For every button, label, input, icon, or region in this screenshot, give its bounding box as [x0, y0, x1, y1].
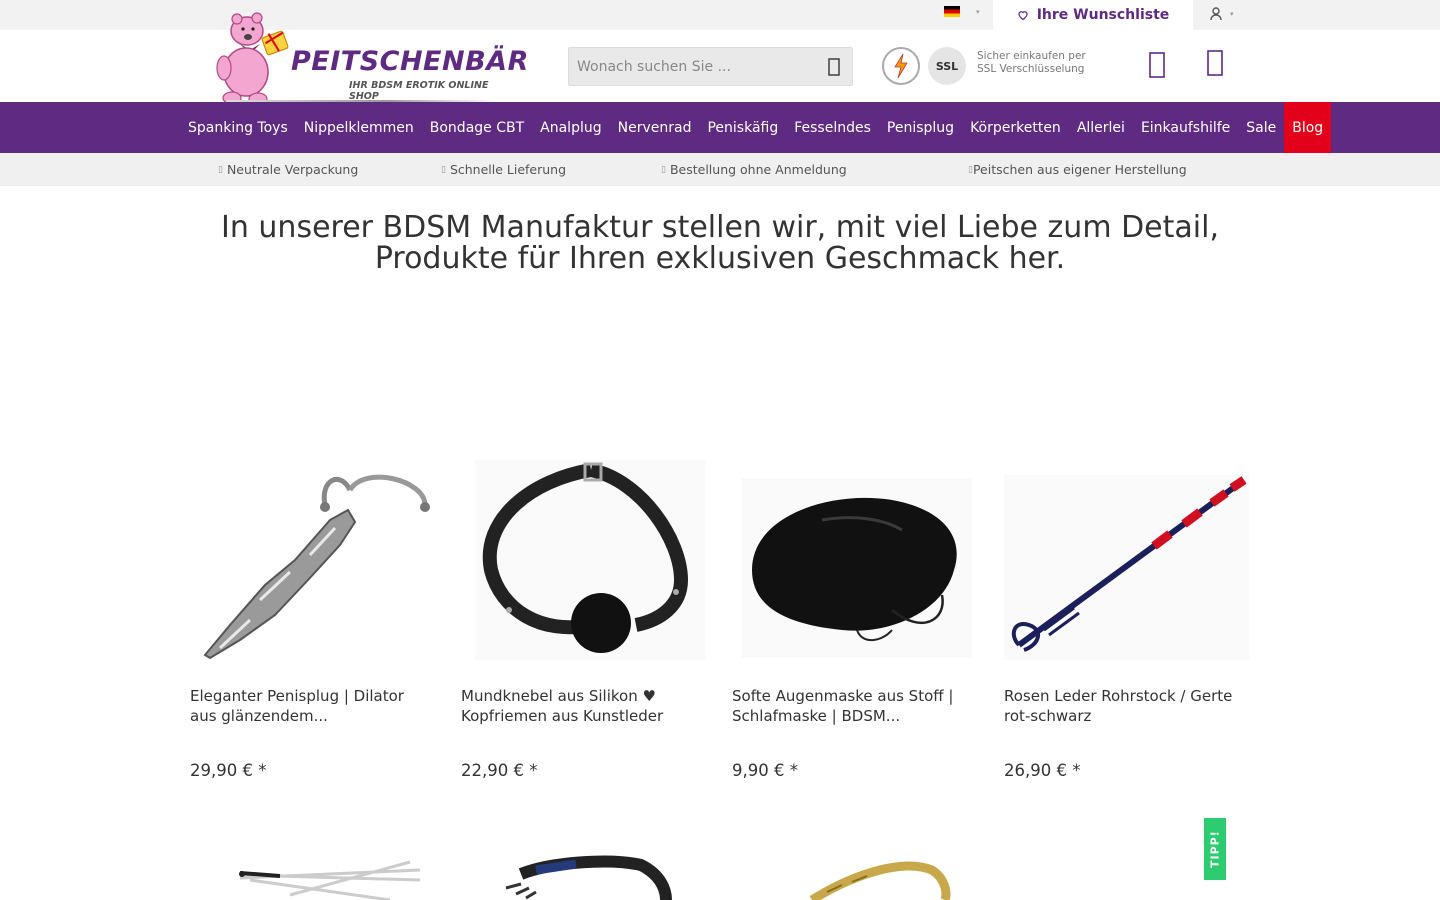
- check-icon: ▯: [661, 164, 666, 175]
- heart-icon: [1149, 52, 1165, 78]
- check-icon: ▯: [218, 164, 223, 175]
- wishlist-label: Ihre Wunschliste: [1036, 7, 1170, 23]
- user-icon: [1210, 7, 1222, 21]
- logo-title: PEITSCHENBÄR: [291, 46, 529, 77]
- nav-item-fesselndes[interactable]: Fesselndes: [786, 102, 879, 153]
- cart-button[interactable]: [1207, 50, 1223, 80]
- flag-de-icon: [944, 6, 960, 17]
- usp-label: Neutrale Verpackung: [226, 162, 359, 177]
- search-input[interactable]: [569, 48, 816, 85]
- usp-bar: ▯ Neutrale Verpackung ▯ Schnelle Lieferu…: [0, 153, 1440, 186]
- usp-item: ▯ Schnelle Lieferung: [441, 162, 566, 177]
- product-card[interactable]: Mundknebel aus Silikon ♥ Kopfriemen aus …: [461, 460, 706, 780]
- nav-item-nervenrad[interactable]: Nervenrad: [610, 102, 700, 153]
- nav-item-nippelklemmen[interactable]: Nippelklemmen: [296, 102, 422, 153]
- nav-item-einkaufshilfe[interactable]: Einkaufshilfe: [1133, 102, 1238, 153]
- product-price: 29,90 € *: [190, 761, 267, 780]
- nav-item-allerlei[interactable]: Allerlei: [1069, 102, 1133, 153]
- search-icon: [828, 57, 840, 76]
- product-image-augenmaske[interactable]: [732, 460, 977, 660]
- nav-item-bondage-cbt[interactable]: Bondage CBT: [422, 102, 532, 153]
- usp-label: Peitschen aus eigener Herstellung: [972, 162, 1187, 177]
- usp-label: Bestellung ohne Anmeldung: [669, 162, 847, 177]
- product-price: 22,90 € *: [461, 761, 538, 780]
- ssl-text-line1: Sicher einkaufen per: [977, 50, 1086, 62]
- nav-item-koerperketten[interactable]: Körperketten: [962, 102, 1069, 153]
- nav-item-analplug[interactable]: Analplug: [532, 102, 609, 153]
- fast-shipping-badge: [882, 47, 920, 85]
- bear-mascot-icon: [216, 12, 289, 106]
- product-image-rohrstock[interactable]: [1004, 460, 1249, 660]
- usp-item: ▯ Neutrale Verpackung: [218, 162, 358, 177]
- site-logo[interactable]: PEITSCHENBÄR IHR BDSM EROTIK ONLINE SHOP: [196, 6, 528, 106]
- cart-icon: [1207, 50, 1223, 76]
- usp-label: Schnelle Lieferung: [449, 162, 567, 177]
- ssl-info-text: Sicher einkaufen per SSL Verschlüsselung: [977, 50, 1086, 76]
- product-card[interactable]: Rosen Leder Rohrstock / Gerte rot-schwar…: [1004, 460, 1249, 780]
- product-card[interactable]: Eleganter Penisplug | Dilator aus glänze…: [190, 460, 435, 780]
- site-header: PEITSCHENBÄR IHR BDSM EROTIK ONLINE SHOP…: [0, 12, 1440, 106]
- product-title[interactable]: Rosen Leder Rohrstock / Gerte rot-schwar…: [1004, 686, 1249, 726]
- search-button[interactable]: [816, 48, 852, 85]
- usp-item: ▯ Peitschen aus eigener Herstellung: [968, 162, 1187, 177]
- product-title[interactable]: Softe Augenmaske aus Stoff | Schlafmaske…: [732, 686, 977, 726]
- product-price: 26,90 € *: [1004, 761, 1081, 780]
- wishlist-link[interactable]: Ihre Wunschliste: [993, 0, 1193, 30]
- ssl-text-line2: SSL Verschlüsselung: [977, 63, 1085, 75]
- product-image-peitsche-3[interactable]: [732, 840, 977, 900]
- product-card[interactable]: Softe Augenmaske aus Stoff | Schlafmaske…: [732, 460, 977, 780]
- nav-item-spanking-toys[interactable]: Spanking Toys: [180, 102, 296, 153]
- nav-item-blog[interactable]: Blog: [1284, 102, 1332, 153]
- nav-item-penisplug[interactable]: Penisplug: [879, 102, 962, 153]
- caret-down-icon: ▾: [1230, 10, 1234, 18]
- check-icon: ▯: [441, 164, 446, 175]
- tipp-tab[interactable]: TIPP!: [1204, 818, 1226, 880]
- product-price: 9,90 € *: [732, 761, 798, 780]
- main-navigation: Spanking Toys Nippelklemmen Bondage CBT …: [0, 102, 1440, 153]
- account-dropdown[interactable]: ▾: [1210, 7, 1234, 21]
- product-image-peitsche-2[interactable]: [461, 840, 706, 900]
- nav-item-peniskaefig[interactable]: Peniskäfig: [699, 102, 786, 153]
- caret-down-icon: ▾: [976, 7, 980, 16]
- heart-icon: [1018, 11, 1028, 21]
- logo-subtitle: IHR BDSM EROTIK ONLINE SHOP: [349, 80, 489, 102]
- usp-item: ▯ Bestellung ohne Anmeldung: [661, 162, 847, 177]
- bolt-icon: [894, 53, 908, 79]
- nav-item-sale[interactable]: Sale: [1238, 102, 1284, 153]
- ssl-badge-label: SSL: [935, 59, 959, 73]
- page-headline: In unserer BDSM Manufaktur stellen wir, …: [221, 210, 1219, 276]
- language-switcher[interactable]: ▾: [944, 6, 980, 17]
- product-title[interactable]: Eleganter Penisplug | Dilator aus glänze…: [190, 686, 435, 726]
- product-title[interactable]: Mundknebel aus Silikon ♥ Kopfriemen aus …: [461, 686, 706, 726]
- wishlist-header-button[interactable]: [1149, 52, 1165, 82]
- product-image-penisplug[interactable]: [190, 460, 435, 660]
- product-image-peitsche-1[interactable]: [190, 840, 435, 900]
- product-image-mundknebel[interactable]: [461, 460, 706, 660]
- search-bar: [568, 47, 853, 86]
- ssl-badge: SSL: [928, 47, 966, 85]
